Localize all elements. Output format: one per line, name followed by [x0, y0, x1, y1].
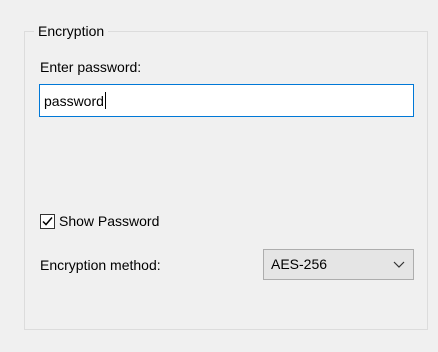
encryption-method-select[interactable]: AES-256 [263, 249, 414, 280]
encryption-group-title: Encryption [34, 22, 109, 40]
chevron-down-icon [393, 261, 405, 269]
password-label: Enter password: [40, 59, 142, 75]
show-password-checkbox-row[interactable]: Show Password [40, 211, 159, 231]
encryption-method-value: AES-256 [271, 256, 328, 272]
show-password-checkbox[interactable] [40, 213, 55, 229]
password-value: password [44, 92, 104, 109]
password-input[interactable]: password [39, 84, 414, 117]
text-caret [104, 92, 106, 109]
checkmark-icon [42, 216, 53, 226]
encryption-method-label: Encryption method: [40, 257, 161, 273]
show-password-label[interactable]: Show Password [59, 211, 159, 231]
